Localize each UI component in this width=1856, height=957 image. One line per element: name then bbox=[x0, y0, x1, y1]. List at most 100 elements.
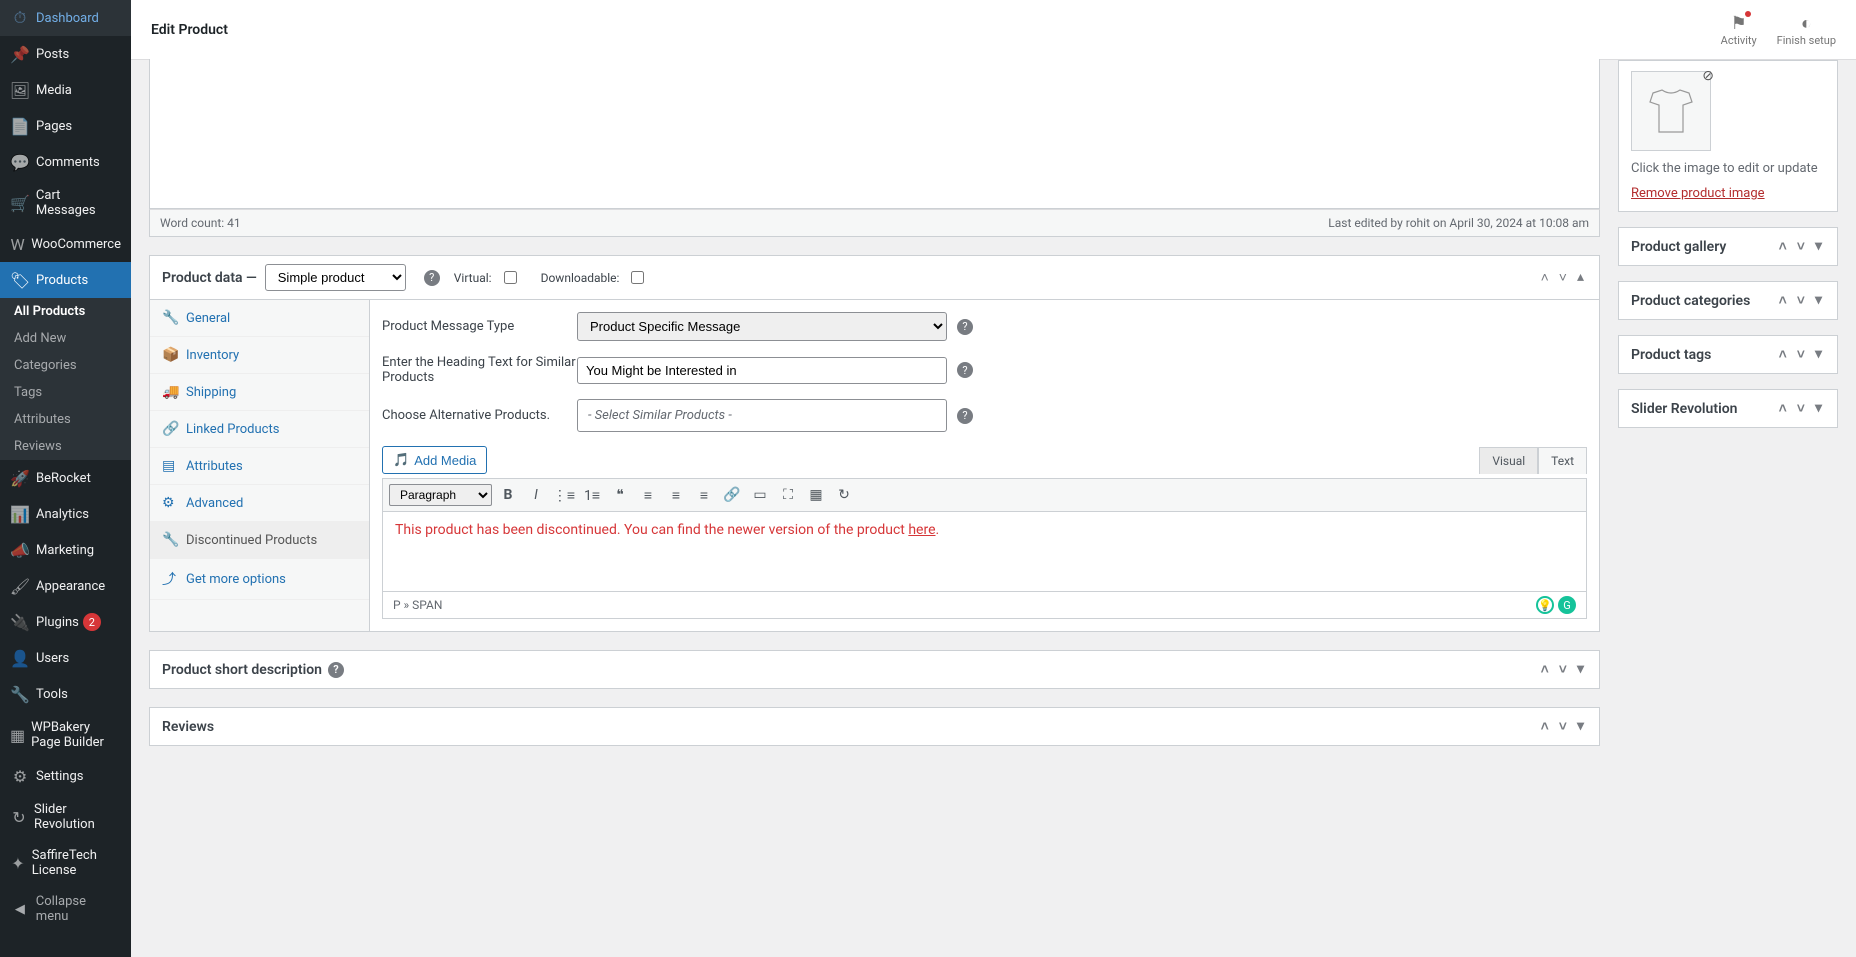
short-description-panel[interactable]: Product short description ? ˄ ˅ ▾ bbox=[149, 650, 1600, 689]
rte-here-link[interactable]: here bbox=[908, 522, 935, 538]
panel-up-icon[interactable]: ˄ bbox=[1776, 400, 1790, 417]
grammarly-icon[interactable]: G bbox=[1558, 596, 1576, 614]
tab-advanced[interactable]: ⚙Advanced bbox=[150, 485, 369, 522]
heading-text-input[interactable] bbox=[577, 357, 947, 384]
sidebar-item-berocket[interactable]: 🚀BeRocket bbox=[0, 460, 131, 496]
panel-up-icon[interactable]: ˄ bbox=[1538, 661, 1552, 678]
panel-down-icon[interactable]: ˅ bbox=[1794, 238, 1808, 255]
submenu-add-new[interactable]: Add New bbox=[0, 325, 131, 352]
product-image-thumb[interactable]: ⊘ bbox=[1631, 71, 1711, 151]
remove-thumb-icon[interactable]: ⊘ bbox=[1702, 68, 1714, 84]
sidebar-item-products[interactable]: 🏷Products bbox=[0, 262, 131, 298]
remove-image-link[interactable]: Remove product image bbox=[1631, 186, 1825, 201]
tab-get-more-options[interactable]: ⤴Get more options bbox=[150, 559, 369, 600]
bold-button[interactable]: B bbox=[496, 483, 520, 507]
sidebar-item-settings[interactable]: ⚙Settings bbox=[0, 758, 131, 794]
sidebar-item-users[interactable]: 👤Users bbox=[0, 640, 131, 676]
sidebar-item-pages[interactable]: 📄Pages bbox=[0, 108, 131, 144]
virtual-label: Virtual: bbox=[454, 271, 492, 285]
downloadable-checkbox[interactable] bbox=[631, 271, 644, 284]
add-media-button[interactable]: 🎵Add Media bbox=[382, 446, 487, 474]
panel-toggle-icon[interactable]: ▾ bbox=[1812, 238, 1825, 255]
panel-up-icon[interactable]: ˄ bbox=[1776, 346, 1790, 363]
tab-inventory[interactable]: 📦Inventory bbox=[150, 337, 369, 374]
link-button[interactable]: 🔗 bbox=[720, 483, 744, 507]
plugins-badge: 2 bbox=[83, 613, 101, 631]
rte-format-select[interactable]: Paragraph bbox=[389, 484, 492, 506]
help-icon[interactable]: ? bbox=[424, 270, 440, 286]
panel-toggle-icon[interactable]: ▾ bbox=[1574, 661, 1587, 678]
refresh-button[interactable]: ↻ bbox=[832, 483, 856, 507]
tab-shipping[interactable]: 🚚Shipping bbox=[150, 374, 369, 411]
panel-toggle-icon[interactable]: ▴ bbox=[1574, 269, 1587, 286]
alternative-products-select[interactable]: - Select Similar Products - bbox=[577, 399, 947, 432]
sidebar-item-appearance[interactable]: 🖌Appearance bbox=[0, 568, 131, 604]
tab-general[interactable]: 🔧General bbox=[150, 300, 369, 337]
tab-label: Inventory bbox=[186, 348, 239, 363]
panel-up-icon[interactable]: ˄ bbox=[1538, 718, 1552, 735]
rte-tab-text[interactable]: Text bbox=[1538, 447, 1587, 474]
virtual-checkbox[interactable] bbox=[504, 271, 517, 284]
sidebar-item-plugins[interactable]: 🔌Plugins2 bbox=[0, 604, 131, 640]
align-right-button[interactable]: ≡ bbox=[692, 483, 716, 507]
fullscreen-button[interactable]: ⛶ bbox=[776, 483, 800, 507]
reviews-panel[interactable]: Reviews ˄ ˅ ▾ bbox=[149, 707, 1600, 746]
sidebar-label: Appearance bbox=[36, 579, 105, 594]
sidebar-item-comments[interactable]: 💬Comments bbox=[0, 144, 131, 180]
sidebar-item-cart-messages[interactable]: 🛒Cart Messages bbox=[0, 180, 131, 226]
product-data-fields: Product Message Type Product Specific Me… bbox=[370, 300, 1599, 631]
numbered-list-button[interactable]: 1≡ bbox=[580, 483, 604, 507]
bullet-list-button[interactable]: ⋮≡ bbox=[552, 483, 576, 507]
help-icon[interactable]: ? bbox=[957, 319, 973, 335]
align-center-button[interactable]: ≡ bbox=[664, 483, 688, 507]
panel-toggle-icon[interactable]: ▾ bbox=[1812, 400, 1825, 417]
sidebar-item-marketing[interactable]: 📣Marketing bbox=[0, 532, 131, 568]
rte-content[interactable]: This product has been discontinued. You … bbox=[382, 512, 1587, 592]
sidebar-item-posts[interactable]: 📌Posts bbox=[0, 36, 131, 72]
tab-attributes[interactable]: ▤Attributes bbox=[150, 448, 369, 485]
quote-button[interactable]: ❝ bbox=[608, 483, 632, 507]
panel-down-icon[interactable]: ˅ bbox=[1556, 661, 1570, 678]
submenu-reviews[interactable]: Reviews bbox=[0, 433, 131, 460]
panel-down-icon[interactable]: ˅ bbox=[1794, 400, 1808, 417]
sidebar-item-analytics[interactable]: 📊Analytics bbox=[0, 496, 131, 532]
panel-down-icon[interactable]: ˅ bbox=[1794, 346, 1808, 363]
italic-button[interactable]: I bbox=[524, 483, 548, 507]
panel-down-icon[interactable]: ˅ bbox=[1556, 269, 1570, 286]
rte-tab-visual[interactable]: Visual bbox=[1479, 447, 1538, 474]
sidebar-item-tools[interactable]: 🔧Tools bbox=[0, 676, 131, 712]
finish-setup-button[interactable]: ◐ Finish setup bbox=[1777, 13, 1836, 47]
grammarly-ideas-icon[interactable]: 💡 bbox=[1536, 596, 1554, 614]
submenu-attributes[interactable]: Attributes bbox=[0, 406, 131, 433]
sidebar-item-dashboard[interactable]: ⏱Dashboard bbox=[0, 0, 131, 36]
main-editor-area[interactable] bbox=[149, 59, 1600, 209]
help-icon[interactable]: ? bbox=[957, 408, 973, 424]
sidebar-item-media[interactable]: 🖼Media bbox=[0, 72, 131, 108]
help-icon[interactable]: ? bbox=[957, 362, 973, 378]
submenu-tags[interactable]: Tags bbox=[0, 379, 131, 406]
activity-button[interactable]: ⚑ Activity bbox=[1721, 13, 1757, 47]
submenu-all-products[interactable]: All Products bbox=[0, 298, 131, 325]
panel-toggle-icon[interactable]: ▾ bbox=[1812, 346, 1825, 363]
collapse-menu-button[interactable]: ◀Collapse menu bbox=[0, 886, 131, 932]
panel-down-icon[interactable]: ˅ bbox=[1556, 718, 1570, 735]
sidebar-item-slider-revolution[interactable]: ↻Slider Revolution bbox=[0, 794, 131, 840]
panel-toggle-icon[interactable]: ▾ bbox=[1812, 292, 1825, 309]
sidebar-item-wpbakery[interactable]: ▦WPBakery Page Builder bbox=[0, 712, 131, 758]
product-type-select[interactable]: Simple product bbox=[265, 264, 406, 291]
panel-up-icon[interactable]: ˄ bbox=[1776, 292, 1790, 309]
tab-discontinued-products[interactable]: 🔧Discontinued Products bbox=[150, 522, 369, 559]
readmore-button[interactable]: ▭ bbox=[748, 483, 772, 507]
sidebar-item-saffiretech[interactable]: ✦SaffireTech License bbox=[0, 840, 131, 886]
align-left-button[interactable]: ≡ bbox=[636, 483, 660, 507]
sidebar-item-woocommerce[interactable]: WWooCommerce bbox=[0, 226, 131, 262]
panel-up-icon[interactable]: ˄ bbox=[1776, 238, 1790, 255]
toolbar-toggle-button[interactable]: ▦ bbox=[804, 483, 828, 507]
submenu-categories[interactable]: Categories bbox=[0, 352, 131, 379]
help-icon[interactable]: ? bbox=[328, 662, 344, 678]
panel-up-icon[interactable]: ˄ bbox=[1538, 269, 1552, 286]
panel-down-icon[interactable]: ˅ bbox=[1794, 292, 1808, 309]
tab-linked-products[interactable]: 🔗Linked Products bbox=[150, 411, 369, 448]
message-type-select[interactable]: Product Specific Message bbox=[577, 312, 947, 341]
panel-toggle-icon[interactable]: ▾ bbox=[1574, 718, 1587, 735]
